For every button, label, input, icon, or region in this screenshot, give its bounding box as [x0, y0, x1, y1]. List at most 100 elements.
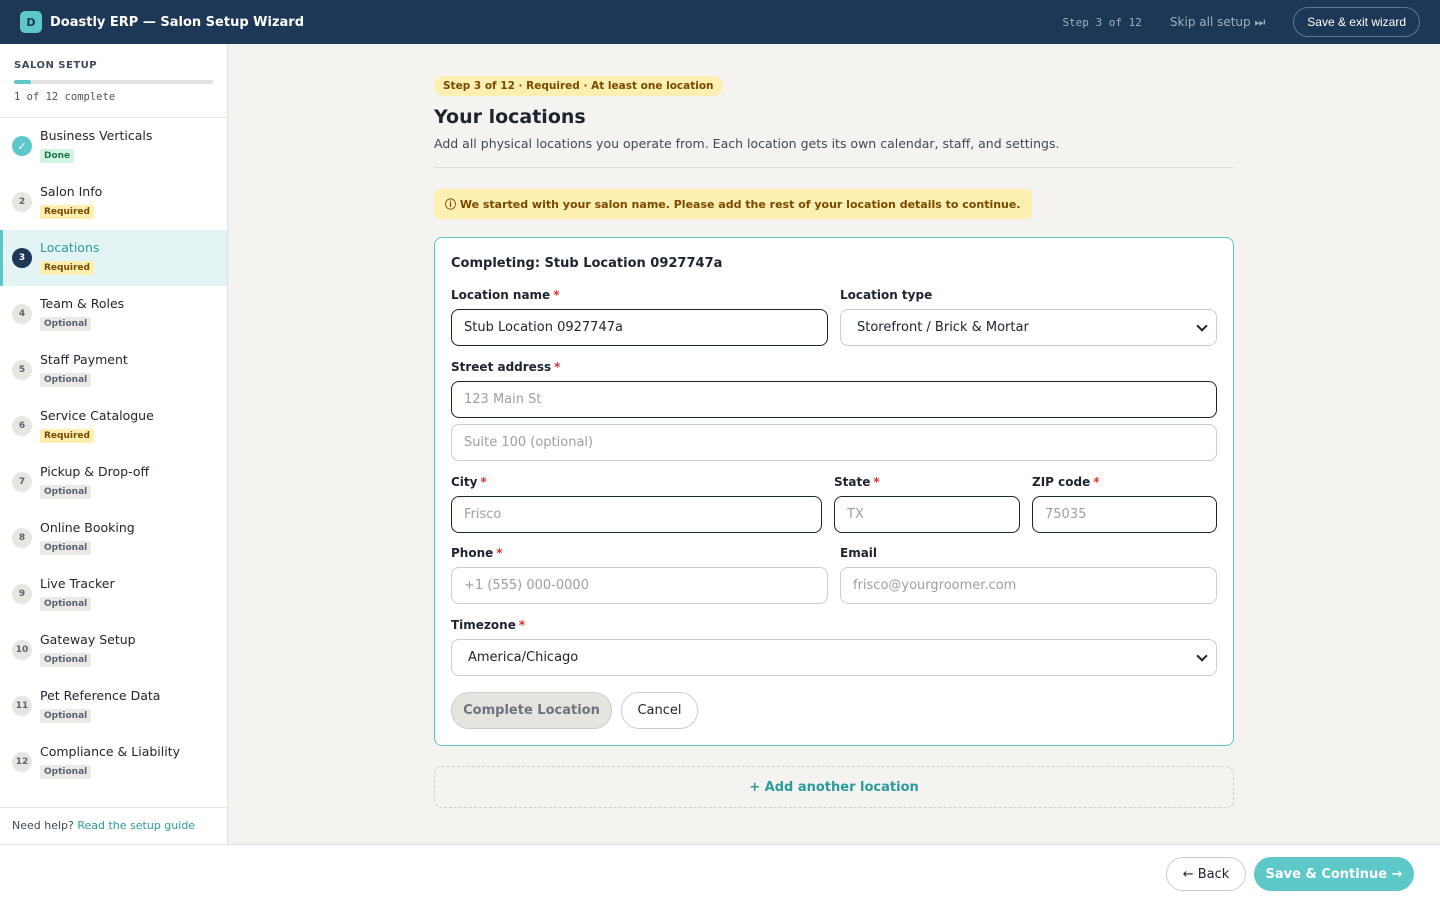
status-badge: Optional	[40, 653, 92, 667]
sidebar-step[interactable]: 6 Service Catalogue Required	[0, 398, 227, 454]
back-button[interactable]: ← Back	[1166, 857, 1246, 891]
chevron-down-icon	[1196, 650, 1208, 662]
complete-location-button[interactable]: Complete Location	[451, 692, 612, 729]
timezone-value: America/Chicago	[468, 650, 579, 665]
page-title: Your locations	[434, 106, 586, 128]
status-badge: Optional	[40, 373, 92, 387]
state-label: State *	[834, 475, 880, 489]
state-input[interactable]: TX	[834, 496, 1020, 533]
sidebar-step[interactable]: 10 Gateway Setup Optional	[0, 622, 227, 678]
step-number: 9	[12, 584, 32, 604]
sidebar-step[interactable]: 11 Pet Reference Data Optional	[0, 678, 227, 734]
sidebar-step[interactable]: 8 Online Booking Optional	[0, 510, 227, 566]
zip-input[interactable]: 75035	[1032, 496, 1217, 533]
save-continue-button[interactable]: Save & Continue →	[1254, 857, 1414, 891]
step-name: Compliance & Liability	[40, 744, 181, 759]
step-number: 5	[12, 360, 32, 380]
location-name-label: Location name *	[451, 288, 560, 302]
sidebar-step[interactable]: 7 Pickup & Drop-off Optional	[0, 454, 227, 510]
step-requirement-pill: Step 3 of 12 · Required · At least one l…	[434, 76, 723, 96]
street-address-label: Street address *	[451, 360, 561, 374]
top-bar-actions: Step 3 of 12 Skip all setup ⏭ Save & exi…	[1062, 7, 1420, 37]
top-bar: D Doastly ERP — Salon Setup Wizard Step …	[0, 0, 1440, 44]
step-number: 2	[12, 192, 32, 212]
phone-label: Phone *	[451, 546, 503, 560]
step-name: Salon Info	[40, 184, 103, 199]
status-badge: Optional	[40, 597, 92, 611]
status-badge: Optional	[40, 485, 92, 499]
add-another-location-button[interactable]: + Add another location	[434, 766, 1234, 808]
status-badge: Required	[40, 261, 94, 275]
skip-all-setup-link[interactable]: Skip all setup ⏭	[1170, 15, 1265, 30]
sidebar-step[interactable]: 3 Locations Required	[0, 230, 227, 286]
setup-guide-link[interactable]: Read the setup guide	[77, 819, 195, 832]
sidebar-step[interactable]: ✓ Business Verticals Done	[0, 118, 227, 174]
step-name: Staff Payment	[40, 352, 128, 367]
step-number: 7	[12, 472, 32, 492]
email-label: Email	[840, 546, 878, 560]
step-name: Pet Reference Data	[40, 688, 161, 703]
bottom-bar: ← Back Save & Continue →	[0, 844, 1440, 900]
step-name: Gateway Setup	[40, 632, 136, 647]
sidebar: SALON SETUP 1 of 12 complete ✓ Business V…	[0, 44, 228, 844]
step-name: Online Booking	[40, 520, 135, 535]
location-form-card: Completing: Stub Location 0927747a Locat…	[434, 237, 1234, 746]
suite-input[interactable]: Suite 100 (optional)	[451, 424, 1217, 461]
info-notice: ⓘ We started with your salon name. Pleas…	[434, 189, 1032, 219]
sidebar-step[interactable]: 5 Staff Payment Optional	[0, 342, 227, 398]
location-type-value: Storefront / Brick & Mortar	[857, 320, 1029, 335]
progress-text: 1 of 12 complete	[14, 91, 116, 103]
sidebar-step[interactable]: 12 Compliance & Liability Optional	[0, 734, 227, 790]
setup-progress-fill	[14, 80, 31, 84]
street-address-input[interactable]: 123 Main St	[451, 381, 1217, 418]
app-logo: D	[20, 11, 42, 33]
status-badge: Optional	[40, 541, 92, 555]
step-number: 4	[12, 304, 32, 324]
step-number: 3	[12, 248, 32, 268]
page-subtitle: Add all physical locations you operate f…	[434, 136, 1060, 151]
app-title: Doastly ERP — Salon Setup Wizard	[50, 14, 305, 30]
step-number: 11	[12, 696, 32, 716]
step-counter: Step 3 of 12	[1062, 15, 1142, 29]
status-badge: Done	[40, 149, 75, 163]
divider	[434, 167, 1234, 168]
step-name: Pickup & Drop-off	[40, 464, 150, 479]
sidebar-title: SALON SETUP	[14, 60, 98, 71]
city-input[interactable]: Frisco	[451, 496, 822, 533]
status-badge: Optional	[40, 709, 92, 723]
chevron-down-icon	[1196, 320, 1208, 332]
setup-progress-bar	[14, 80, 213, 84]
location-type-label: Location type	[840, 288, 933, 302]
city-label: City *	[451, 475, 487, 489]
status-badge: Optional	[40, 317, 92, 331]
sidebar-step[interactable]: 2 Salon Info Required	[0, 174, 227, 230]
step-name: Live Tracker	[40, 576, 115, 591]
cancel-button[interactable]: Cancel	[621, 692, 698, 729]
location-type-select[interactable]: Storefront / Brick & Mortar	[840, 309, 1217, 346]
zip-label: ZIP code *	[1032, 475, 1100, 489]
step-name: Business Verticals	[40, 128, 153, 143]
step-name: Locations	[40, 240, 100, 255]
phone-input[interactable]: +1 (555) 000-0000	[451, 567, 828, 604]
step-number: 8	[12, 528, 32, 548]
step-number: 10	[12, 640, 32, 660]
status-badge: Required	[40, 205, 94, 219]
location-name-input[interactable]: Stub Location 0927747a	[451, 309, 828, 346]
status-badge: Optional	[40, 765, 92, 779]
status-badge: Required	[40, 429, 94, 443]
step-number: 6	[12, 416, 32, 436]
timezone-select[interactable]: America/Chicago	[451, 639, 1217, 676]
step-number: 12	[12, 752, 32, 772]
help-text: Need help?	[12, 819, 74, 832]
step-name: Service Catalogue	[40, 408, 154, 423]
email-input[interactable]: frisco@yourgroomer.com	[840, 567, 1217, 604]
sidebar-help: Need help? Read the setup guide	[0, 807, 227, 844]
check-icon: ✓	[12, 136, 32, 156]
sidebar-step[interactable]: 9 Live Tracker Optional	[0, 566, 227, 622]
timezone-label: Timezone *	[451, 618, 526, 632]
card-title: Completing: Stub Location 0927747a	[451, 256, 723, 271]
step-list: ✓ Business Verticals Done 2 Salon Info Requir…	[0, 118, 227, 790]
sidebar-header: SALON SETUP 1 of 12 complete	[0, 44, 227, 118]
save-exit-wizard-button[interactable]: Save & exit wizard	[1293, 7, 1420, 37]
sidebar-step[interactable]: 4 Team & Roles Optional	[0, 286, 227, 342]
